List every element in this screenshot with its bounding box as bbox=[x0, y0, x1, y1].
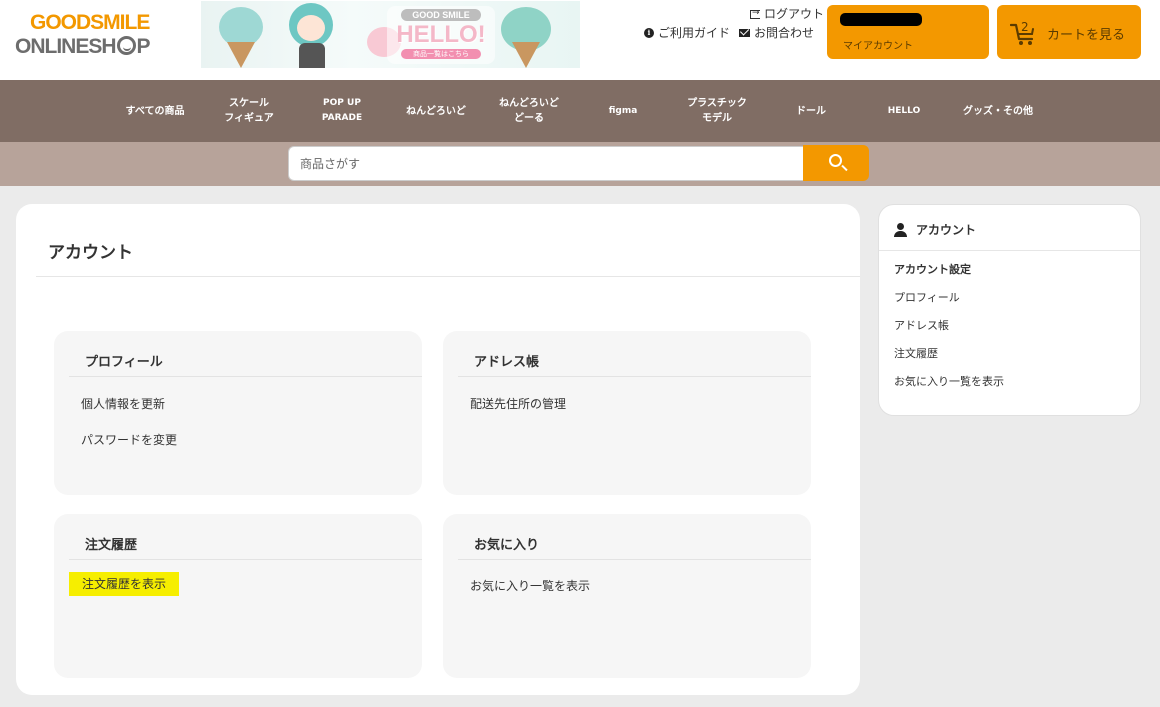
nav-item-nendoroid[interactable]: ねんどろいど bbox=[395, 80, 477, 142]
account-sidebar: アカウント アカウント設定 プロフィール アドレス帳 注文履歴 お気に入り一覧を… bbox=[878, 204, 1141, 416]
hello-banner[interactable]: GOOD SMILE HELLO! 商品一覧はこちら bbox=[201, 1, 580, 68]
address-book-card: アドレス帳 配送先住所の管理 bbox=[443, 331, 811, 495]
search-input[interactable] bbox=[288, 146, 804, 181]
nav-item-all-products[interactable]: すべての商品 bbox=[114, 80, 196, 142]
view-cart-button[interactable]: 2 カートを見る bbox=[997, 5, 1141, 59]
change-password-link[interactable]: パスワードを変更 bbox=[81, 429, 177, 451]
profile-card: プロフィール 個人情報を更新 パスワードを変更 bbox=[54, 331, 422, 495]
info-icon: i bbox=[644, 28, 654, 38]
banner-subtext: 商品一覧はこちら bbox=[401, 49, 481, 59]
guide-label: ご利用ガイド bbox=[658, 26, 731, 40]
nav-item-nendoroid-doll[interactable]: ねんどろいど どーる bbox=[488, 80, 570, 142]
favorites-heading: お気に入り bbox=[474, 538, 540, 553]
nav-item-figma[interactable]: figma bbox=[582, 80, 664, 142]
search-bar bbox=[0, 142, 1160, 186]
ice-cream-cone-image bbox=[227, 42, 255, 68]
nav-item-doll[interactable]: ドール bbox=[770, 80, 852, 142]
account-panel: アカウント プロフィール 個人情報を更新 パスワードを変更 アドレス帳 配送先住… bbox=[16, 204, 860, 695]
divider bbox=[458, 376, 811, 377]
sidebar-item-favorites[interactable]: お気に入り一覧を表示 bbox=[894, 373, 1004, 389]
search-button[interactable] bbox=[803, 145, 869, 181]
banner-logo: GOOD SMILE HELLO! 商品一覧はこちら bbox=[387, 6, 495, 64]
smile-logo-icon bbox=[116, 36, 136, 55]
logout-label: ログアウト bbox=[764, 7, 825, 21]
divider bbox=[36, 276, 860, 277]
banner-brand-text: GOOD SMILE bbox=[401, 9, 481, 21]
logout-icon bbox=[750, 6, 760, 20]
ice-cream-scoop-image bbox=[219, 7, 263, 47]
guide-link[interactable]: i ご利用ガイド bbox=[644, 26, 730, 40]
figure-body-image bbox=[299, 43, 325, 68]
favorites-card: お気に入り お気に入り一覧を表示 bbox=[443, 514, 811, 678]
my-account-label: マイアカウント bbox=[843, 41, 913, 52]
banner-headline: HELLO! bbox=[396, 21, 486, 48]
cart-count-badge: 2 bbox=[1021, 20, 1029, 34]
nav-item-scale-figure[interactable]: スケール フィギュア bbox=[208, 80, 290, 142]
my-account-button[interactable]: マイアカウント bbox=[827, 5, 989, 59]
logo-text-good: GOOD bbox=[30, 11, 91, 34]
ice-cream-cone-image bbox=[512, 42, 540, 68]
figure-face-image bbox=[297, 15, 325, 41]
update-personal-info-link[interactable]: 個人情報を更新 bbox=[81, 393, 165, 415]
category-nav: すべての商品 スケール フィギュア POP UP PARADE ねんどろいど ね… bbox=[0, 80, 1160, 142]
site-logo[interactable]: GOODSMILE ONLINESH P bbox=[15, 11, 175, 61]
sidebar-item-address-book[interactable]: アドレス帳 bbox=[894, 317, 949, 333]
account-name-redacted bbox=[840, 13, 922, 26]
divider bbox=[69, 559, 422, 560]
profile-heading: プロフィール bbox=[85, 355, 163, 370]
view-order-history-link[interactable]: 注文履歴を表示 bbox=[69, 572, 180, 596]
logo-text-shop-sh: SH bbox=[88, 35, 116, 58]
sidebar-section-title: アカウント設定 bbox=[894, 263, 971, 276]
nav-item-hello[interactable]: HELLO bbox=[863, 80, 945, 142]
sidebar-item-order-history[interactable]: 注文履歴 bbox=[894, 345, 938, 361]
order-history-heading: 注文履歴 bbox=[85, 538, 138, 553]
manage-shipping-address-link[interactable]: 配送先住所の管理 bbox=[470, 393, 566, 415]
page-title: アカウント bbox=[48, 243, 133, 263]
divider bbox=[458, 559, 811, 560]
nav-item-goods-other[interactable]: グッズ・その他 bbox=[957, 80, 1039, 142]
contact-link[interactable]: お問合わせ bbox=[739, 26, 814, 40]
nav-item-plastic-model[interactable]: プラスチック モデル bbox=[676, 80, 758, 142]
logo-text-smile: SMILE bbox=[90, 11, 150, 34]
divider bbox=[69, 376, 422, 377]
nav-item-pop-up-parade[interactable]: POP UP PARADE bbox=[301, 80, 383, 142]
mail-icon bbox=[739, 29, 750, 37]
sidebar-heading: アカウント bbox=[893, 221, 976, 238]
site-header: GOODSMILE ONLINESH P GOOD SMILE HELLO! 商品… bbox=[0, 0, 1160, 80]
sidebar-heading-label: アカウント bbox=[916, 223, 977, 237]
person-icon bbox=[893, 222, 909, 238]
view-cart-label: カートを見る bbox=[1047, 28, 1126, 43]
order-history-card: 注文履歴 注文履歴を表示 bbox=[54, 514, 422, 678]
logout-link[interactable]: ログアウト bbox=[750, 6, 825, 21]
logo-text-online: ONLINE bbox=[15, 35, 89, 58]
contact-label: お問合わせ bbox=[754, 26, 815, 40]
search-icon bbox=[829, 154, 842, 167]
divider bbox=[879, 250, 1140, 251]
logo-text-shop-p: P bbox=[136, 35, 151, 58]
sidebar-item-profile[interactable]: プロフィール bbox=[894, 289, 960, 305]
view-favorites-link[interactable]: お気に入り一覧を表示 bbox=[470, 575, 590, 597]
address-book-heading: アドレス帳 bbox=[474, 355, 540, 370]
